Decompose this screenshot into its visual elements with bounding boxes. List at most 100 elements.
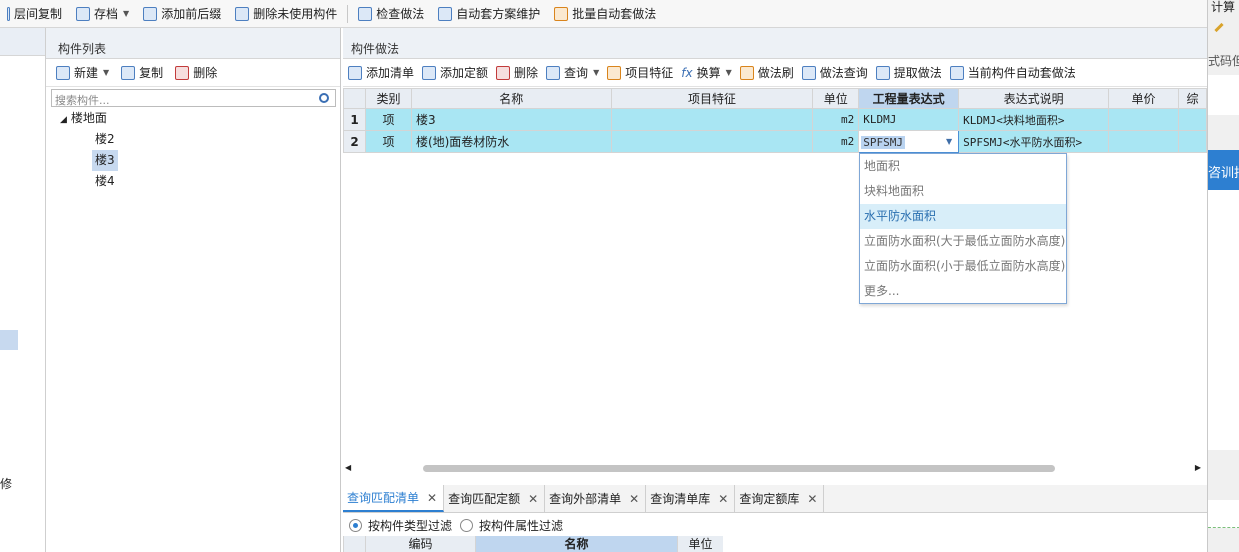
delete-unused-button[interactable]: 删除未使用构件 — [228, 1, 344, 27]
cell-feature[interactable] — [610, 108, 814, 131]
close-icon[interactable]: ✕ — [718, 485, 728, 513]
close-icon[interactable]: ✕ — [629, 485, 639, 513]
cell-category[interactable]: 项 — [364, 108, 412, 131]
cell-composite[interactable] — [1177, 108, 1208, 131]
extract-method-label: 提取做法 — [893, 66, 942, 80]
scroll-thumb[interactable] — [423, 465, 1055, 472]
expression-dropdown: 地面积 块料地面积 水平防水面积 立面防水面积(大于最低立面防水高度) 立面防水… — [859, 153, 1067, 304]
add-bill-button[interactable]: 添加清单 — [345, 64, 419, 81]
corner-cell — [343, 536, 365, 552]
collapse-triangle-icon[interactable]: ◢ — [60, 115, 67, 125]
auto-apply-label: 当前构件自动套做法 — [967, 66, 1076, 80]
convert-button[interactable]: fx 换算 ▼ — [678, 64, 737, 81]
scroll-right-icon[interactable]: ▶ — [1195, 463, 1201, 472]
cell-expression-desc[interactable]: SPFSMJ<水平防水面积> — [958, 130, 1110, 153]
close-icon[interactable]: ✕ — [807, 485, 817, 513]
tab-external-bill[interactable]: 查询外部清单 ✕ — [545, 485, 647, 513]
cell-expression[interactable]: KLDMJ — [858, 108, 960, 131]
close-icon[interactable]: ✕ — [528, 485, 538, 513]
table-row[interactable]: 1 项 楼3 m2 KLDMJ KLDMJ<块料地面积> — [343, 108, 1208, 131]
left-nav-selected-item[interactable] — [0, 330, 18, 350]
auto-scheme-label: 自动套方案维护 — [456, 7, 541, 21]
archive-button[interactable]: 存档 ▼ — [69, 1, 136, 27]
auto-apply-button[interactable]: 当前构件自动套做法 — [947, 64, 1081, 81]
col-header-expression[interactable]: 工程量表达式 — [858, 88, 960, 109]
table-row[interactable]: 2 项 楼(地)面卷材防水 m2 SPFSMJ ▼ SPFSMJ<水平防水面积> — [343, 130, 1208, 153]
expression-value[interactable]: SPFSMJ — [861, 135, 905, 149]
add-quota-button[interactable]: 添加定额 — [419, 64, 493, 81]
delete-row-button[interactable]: 删除 — [493, 64, 543, 81]
cell-expression-desc[interactable]: KLDMJ<块料地面积> — [958, 108, 1110, 131]
chevron-down-icon: ▼ — [725, 68, 732, 77]
dropdown-option[interactable]: 地面积 — [860, 154, 1066, 179]
query-button[interactable]: 查询 ▼ — [543, 64, 604, 81]
cell-category[interactable]: 项 — [364, 130, 412, 153]
col-header-name[interactable]: 名称 — [410, 88, 612, 109]
col-header-code[interactable]: 编码 — [365, 536, 475, 552]
dropdown-option-selected[interactable]: 水平防水面积 — [860, 204, 1066, 229]
tree-item-floor3[interactable]: 楼3 — [92, 150, 118, 171]
tab-match-bill[interactable]: 查询匹配清单 ✕ — [343, 484, 445, 512]
dropdown-option[interactable]: 立面防水面积(小于最低立面防水高度) — [860, 254, 1066, 279]
delete-unused-icon — [235, 6, 250, 21]
col-header-price[interactable]: 单价 — [1108, 88, 1179, 109]
cell-name[interactable]: 楼(地)面卷材防水 — [410, 130, 612, 153]
tab-bill-library[interactable]: 查询清单库 ✕ — [646, 485, 736, 513]
col-header-unit[interactable]: 单位 — [812, 88, 860, 109]
training-banner[interactable]: 咨训抵 — [1208, 150, 1239, 190]
batch-auto-button[interactable]: 批量自动套做法 — [547, 1, 663, 27]
add-prefix-suffix-button[interactable]: 添加前后缀 — [136, 1, 228, 27]
filter-by-attribute-radio[interactable] — [460, 518, 474, 532]
cell-unit[interactable]: m2 — [812, 130, 860, 153]
component-search-input[interactable]: 搜索构件... — [51, 89, 336, 107]
expression-combo[interactable]: SPFSMJ ▼ — [860, 132, 958, 152]
expression-edit-cell[interactable]: SPFSMJ ▼ — [858, 130, 960, 153]
cell-composite[interactable] — [1177, 130, 1208, 153]
cell-price[interactable] — [1108, 108, 1179, 131]
query-icon — [546, 65, 561, 80]
tree-item-floor2[interactable]: 楼2 — [92, 129, 118, 150]
add-quota-label: 添加定额 — [440, 66, 489, 80]
col-header-unit[interactable]: 单位 — [677, 536, 723, 552]
tree-item-floor4[interactable]: 楼4 — [92, 171, 118, 192]
col-header-category[interactable]: 类别 — [364, 88, 412, 109]
tab-quota-library[interactable]: 查询定额库 ✕ — [735, 485, 825, 513]
col-header-composite[interactable]: 综 — [1177, 88, 1208, 109]
search-icon[interactable] — [319, 93, 329, 103]
dropdown-option[interactable]: 立面防水面积(大于最低立面防水高度) — [860, 229, 1066, 254]
floor-copy-button[interactable]: 层间复制 — [0, 1, 69, 27]
tab-label: 查询清单库 — [650, 491, 711, 506]
cell-name[interactable]: 楼3 — [410, 108, 612, 131]
auto-scheme-button[interactable]: 自动套方案维护 — [431, 1, 547, 27]
dropdown-arrow-icon[interactable]: ▼ — [946, 132, 952, 152]
cell-unit[interactable]: m2 — [812, 108, 860, 131]
row-number[interactable]: 1 — [343, 108, 366, 131]
close-icon[interactable]: ✕ — [427, 484, 437, 512]
archive-icon — [76, 6, 91, 21]
row-number[interactable]: 2 — [343, 130, 366, 153]
method-query-button[interactable]: 做法查询 — [799, 64, 873, 81]
method-brush-button[interactable]: 做法刷 — [737, 64, 799, 81]
check-method-button[interactable]: 检查做法 — [351, 1, 431, 27]
component-list-toolbar: 新建 ▼ 复制 删除 — [46, 59, 340, 87]
col-header-expression-desc[interactable]: 表达式说明 — [958, 88, 1110, 109]
item-feature-button[interactable]: 项目特征 — [604, 64, 678, 81]
copy-button[interactable]: 复制 — [117, 64, 171, 81]
horizontal-scrollbar[interactable]: ◀ ▶ — [343, 461, 1207, 475]
fx-icon: fx — [681, 65, 693, 80]
extract-method-button[interactable]: 提取做法 — [873, 64, 947, 81]
col-header-name[interactable]: 名称 — [475, 536, 677, 552]
col-header-feature[interactable]: 项目特征 — [610, 88, 814, 109]
filter-by-attribute-label[interactable]: 按构件属性过滤 — [479, 517, 563, 534]
cell-feature[interactable] — [610, 130, 814, 153]
delete-component-button[interactable]: 删除 — [171, 64, 225, 81]
scroll-left-icon[interactable]: ◀ — [345, 463, 351, 472]
tab-match-quota[interactable]: 查询匹配定额 ✕ — [444, 485, 546, 513]
dropdown-more-option[interactable]: 更多... — [860, 279, 1066, 304]
new-button[interactable]: 新建 ▼ — [52, 64, 117, 81]
filter-by-type-radio[interactable] — [349, 518, 362, 532]
filter-by-type-label[interactable]: 按构件类型过滤 — [368, 517, 452, 534]
dropdown-option[interactable]: 块料地面积 — [860, 179, 1066, 204]
tree-root-node[interactable]: ◢ 楼地面 — [60, 108, 340, 129]
cell-price[interactable] — [1108, 130, 1179, 153]
